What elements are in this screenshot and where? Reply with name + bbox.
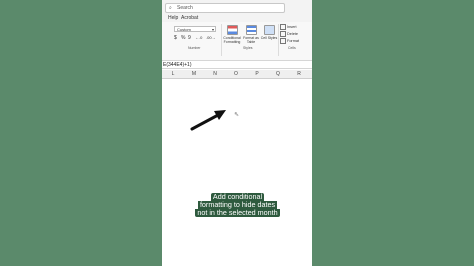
- caption-overlay: Add conditional formatting to hide dates…: [185, 193, 290, 217]
- pointer-arrow: [190, 110, 226, 131]
- mouse-cursor-icon: ⇖: [234, 112, 240, 118]
- excel-window: ⌕ Search Help Acrobat Custom ▾ $ % 9 ←.0…: [162, 0, 312, 266]
- caption-line-3: not in the selected month: [195, 208, 280, 217]
